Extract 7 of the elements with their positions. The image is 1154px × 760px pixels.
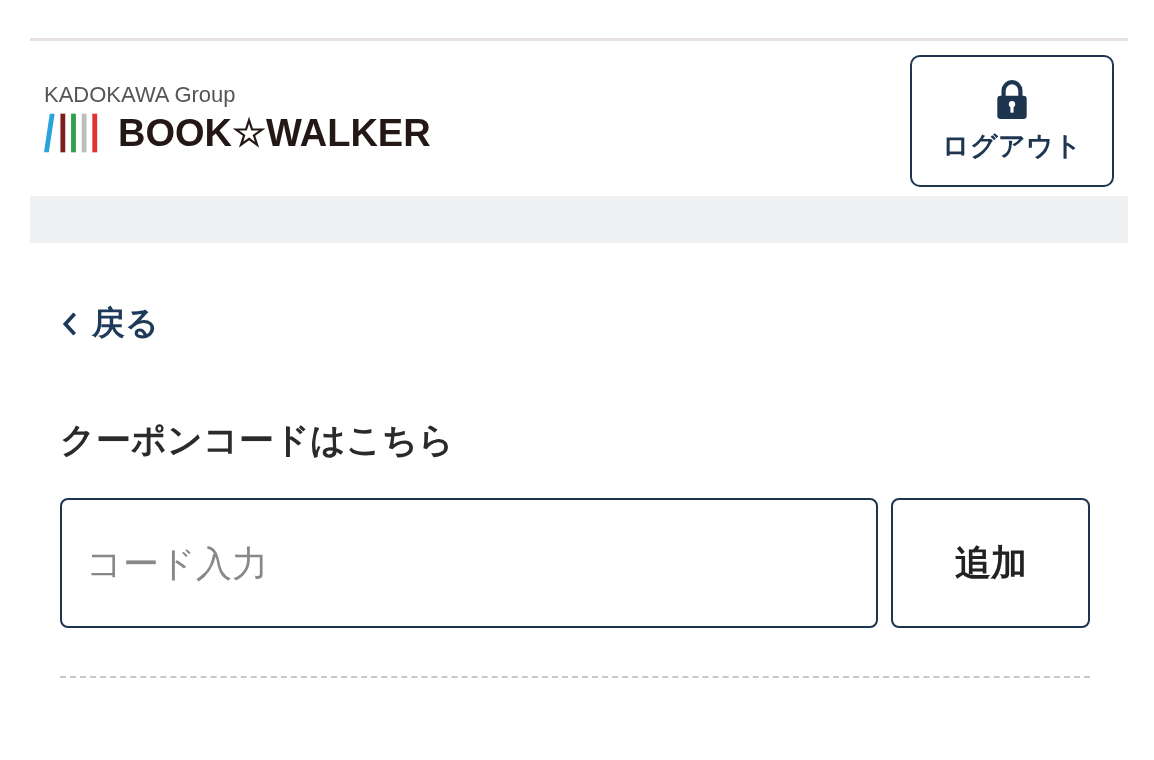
group-label: KADOKAWA Group	[44, 83, 237, 107]
back-link[interactable]: 戻る	[60, 301, 159, 346]
code-input-field[interactable]: コード入力	[60, 498, 878, 628]
logout-button[interactable]: ログアウト	[910, 55, 1114, 187]
coupon-heading: クーポンコードはこちら	[60, 419, 455, 462]
logo-text[interactable]: BOOK☆WALKER	[118, 111, 431, 155]
add-button[interactable]: 追加	[891, 498, 1090, 628]
